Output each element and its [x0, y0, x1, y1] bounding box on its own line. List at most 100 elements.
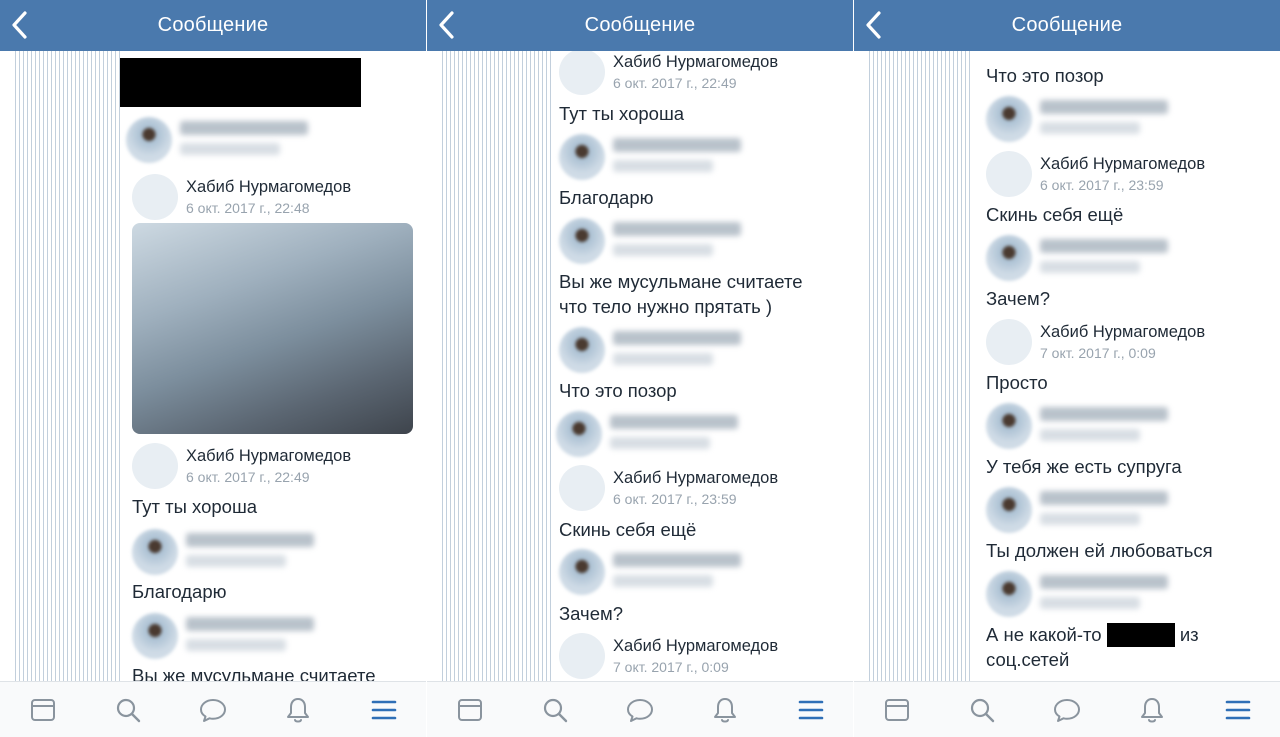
avatar[interactable]: [126, 117, 172, 163]
message-photo[interactable]: [132, 223, 413, 434]
message-list[interactable]: Хабиб Нурмагомедов 6 окт. 2017 г., 22:48…: [120, 51, 426, 681]
tab-news[interactable]: [28, 695, 58, 725]
tab-messages[interactable]: [198, 695, 228, 725]
blurred-message-date: [613, 160, 713, 172]
tab-messages[interactable]: [625, 695, 655, 725]
blurred-message-date: [610, 437, 710, 449]
message-text: Ты должен ей любоваться: [986, 540, 1213, 561]
message-text: Зачем?: [986, 288, 1050, 309]
message-text-part: из: [1179, 624, 1199, 645]
message-text: Благодарю: [559, 187, 654, 208]
blurred-author-name: [1040, 239, 1168, 253]
author-name[interactable]: Хабиб Нурмагомедов: [186, 178, 351, 197]
tab-notifications[interactable]: [1137, 695, 1167, 725]
tab-search[interactable]: [540, 695, 570, 725]
bottom-tab-bar: [0, 681, 426, 737]
page-title: Сообщение: [157, 14, 269, 36]
message-text: Тут ты хороша: [132, 496, 258, 517]
notifications-icon: [714, 698, 736, 723]
author-name[interactable]: Хабиб Нурмагомедов: [1040, 323, 1205, 342]
message-text: Скинь себя ещё: [986, 204, 1124, 225]
top-bar: Сообщение: [854, 0, 1280, 51]
tab-news[interactable]: [455, 695, 485, 725]
chat-background-pattern: [866, 51, 974, 681]
avatar[interactable]: [559, 327, 605, 373]
chat-background-pattern: [12, 51, 122, 681]
avatar[interactable]: [559, 633, 605, 679]
message-text: Просто: [986, 372, 1048, 393]
tab-news[interactable]: [882, 695, 912, 725]
chat-screen-2: Хабиб Нурмагомедов 6 окт. 2017 г., 22:49…: [427, 0, 853, 737]
author-name[interactable]: Хабиб Нурмагомедов: [186, 447, 351, 466]
notifications-icon: [1141, 698, 1163, 723]
blurred-message-date: [186, 639, 286, 651]
message-text: У тебя же есть супруга: [986, 456, 1182, 477]
blurred-author-name: [1040, 491, 1168, 505]
avatar[interactable]: [986, 151, 1032, 197]
news-icon: [458, 699, 482, 721]
top-bar: Сообщение: [427, 0, 853, 51]
avatar[interactable]: [986, 235, 1032, 281]
blurred-message-date: [1040, 429, 1140, 441]
author-name[interactable]: Хабиб Нурмагомедов: [613, 53, 778, 72]
bottom-tab-bar: [854, 681, 1280, 737]
news-icon: [885, 699, 909, 721]
avatar[interactable]: [559, 465, 605, 511]
blurred-message-date: [613, 244, 713, 256]
message-date: 6 окт. 2017 г., 22:48: [186, 200, 310, 216]
tab-search[interactable]: [113, 695, 143, 725]
page-title: Сообщение: [1011, 14, 1123, 36]
bottom-tab-bar: [427, 681, 853, 737]
search-icon: [543, 698, 568, 723]
tab-menu[interactable]: [369, 695, 399, 725]
top-bar: Сообщение: [0, 0, 426, 51]
message-list[interactable]: Что это позор Хабиб Нурмагомедов 6 окт. …: [970, 51, 1280, 681]
tab-notifications[interactable]: [710, 695, 740, 725]
message-text: Что это позор: [986, 65, 1104, 86]
blurred-message-date: [1040, 513, 1140, 525]
blurred-author-name: [1040, 575, 1168, 589]
tab-menu[interactable]: [796, 695, 826, 725]
blurred-message-date: [1040, 597, 1140, 609]
blurred-author-name: [186, 533, 314, 547]
search-icon: [970, 698, 995, 723]
blurred-author-name: [613, 222, 741, 236]
avatar[interactable]: [986, 96, 1032, 142]
avatar[interactable]: [132, 529, 178, 575]
message-date: 6 окт. 2017 г., 23:59: [613, 491, 737, 507]
menu-icon: [1225, 700, 1251, 720]
tab-messages[interactable]: [1052, 695, 1082, 725]
avatar[interactable]: [559, 51, 605, 95]
blurred-message-date: [186, 555, 286, 567]
message-text: Благодарю: [132, 581, 227, 602]
notifications-icon: [287, 698, 309, 723]
avatar[interactable]: [986, 403, 1032, 449]
tab-menu[interactable]: [1223, 695, 1253, 725]
avatar[interactable]: [556, 411, 602, 457]
blurred-message-date: [1040, 122, 1140, 134]
blurred-message-date: [613, 353, 713, 365]
avatar[interactable]: [559, 218, 605, 264]
message-text: Зачем?: [559, 603, 623, 624]
avatar[interactable]: [559, 134, 605, 180]
news-icon: [31, 699, 55, 721]
avatar[interactable]: [132, 174, 178, 220]
avatar[interactable]: [986, 319, 1032, 365]
avatar[interactable]: [132, 443, 178, 489]
author-name[interactable]: Хабиб Нурмагомедов: [613, 469, 778, 488]
chat-screen-1: Хабиб Нурмагомедов 6 окт. 2017 г., 22:48…: [0, 0, 426, 737]
blurred-author-name: [1040, 100, 1168, 114]
author-name[interactable]: Хабиб Нурмагомедов: [1040, 155, 1205, 174]
tab-search[interactable]: [967, 695, 997, 725]
censored-message: [120, 58, 361, 107]
avatar[interactable]: [986, 571, 1032, 617]
avatar[interactable]: [559, 549, 605, 595]
message-list[interactable]: Хабиб Нурмагомедов 6 окт. 2017 г., 22:49…: [553, 51, 853, 681]
avatar[interactable]: [986, 487, 1032, 533]
avatar[interactable]: [132, 613, 178, 659]
author-name[interactable]: Хабиб Нурмагомедов: [613, 637, 778, 656]
censored-word: [1106, 623, 1175, 647]
tab-notifications[interactable]: [283, 695, 313, 725]
message-date: 6 окт. 2017 г., 22:49: [613, 75, 737, 91]
chat-screen-3: Что это позор Хабиб Нурмагомедов 6 окт. …: [854, 0, 1280, 737]
